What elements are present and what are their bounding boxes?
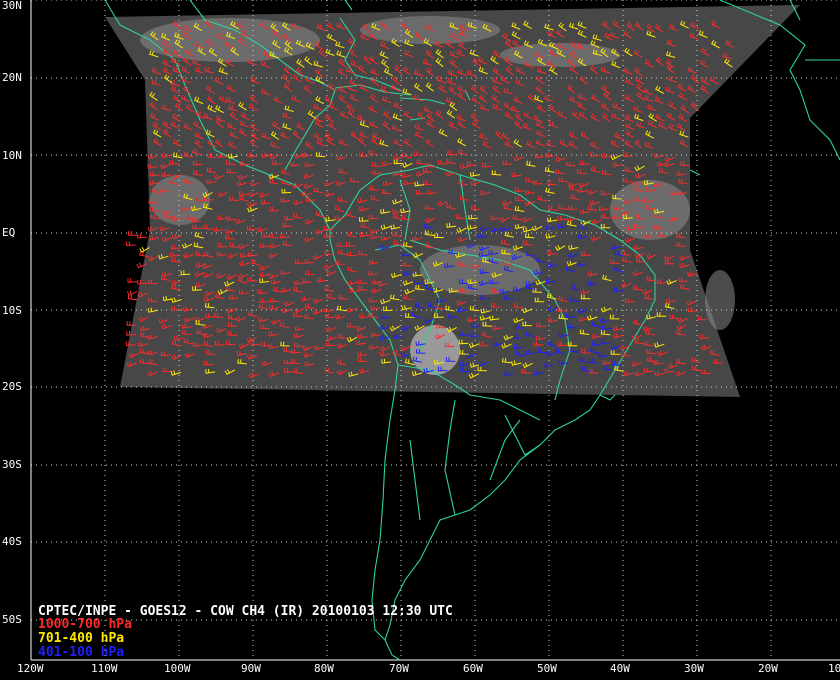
lat-label-30n: 30N bbox=[2, 0, 22, 12]
lat-label-40s: 40S bbox=[2, 535, 22, 548]
lat-label-eq: EQ bbox=[2, 226, 16, 239]
lat-label-20s: 20S bbox=[2, 380, 22, 393]
lon-label-110w: 110W bbox=[91, 662, 118, 675]
lon-label-120w: 120W bbox=[17, 662, 44, 675]
satellite-wind-map bbox=[30, 0, 840, 661]
lon-label-60w: 60W bbox=[463, 662, 483, 675]
lon-label-100w: 100W bbox=[164, 662, 191, 675]
lat-label-10n: 10N bbox=[2, 149, 22, 162]
lon-label-50w: 50W bbox=[537, 662, 557, 675]
lon-label-90w: 90W bbox=[241, 662, 261, 675]
lon-label-30w: 30W bbox=[684, 662, 704, 675]
lon-label-40w: 40W bbox=[610, 662, 630, 675]
lat-label-10s: 10S bbox=[2, 304, 22, 317]
lon-label-20w: 20W bbox=[758, 662, 778, 675]
lat-label-50s: 50S bbox=[2, 613, 22, 626]
lon-label-70w: 70W bbox=[389, 662, 409, 675]
legend-item-mid-level: 701-400 hPa bbox=[38, 631, 125, 646]
legend-item-high-level: 401-100 hPa bbox=[38, 645, 125, 660]
legend-item-low-level: 1000-700 hPa bbox=[38, 617, 132, 632]
lon-label-10w: 10 bbox=[828, 662, 840, 675]
lon-label-80w: 80W bbox=[314, 662, 334, 675]
lat-label-30s: 30S bbox=[2, 458, 22, 471]
lat-label-20n: 20N bbox=[2, 71, 22, 84]
